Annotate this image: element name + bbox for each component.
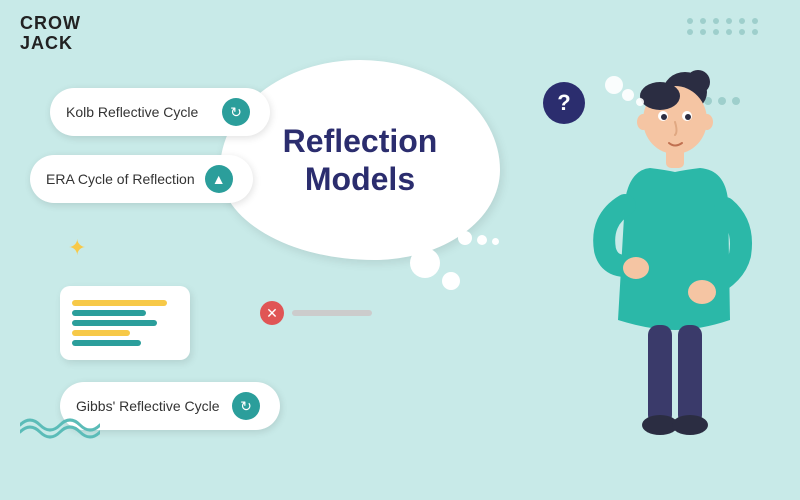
era-icon: ▲ bbox=[205, 165, 233, 193]
widget-line-2 bbox=[72, 310, 146, 316]
widget-line-4 bbox=[72, 330, 130, 336]
era-pill[interactable]: ERA Cycle of Reflection ▲ bbox=[30, 155, 253, 203]
cross-circle-element: ✕ bbox=[260, 301, 372, 325]
widget-line-5 bbox=[72, 340, 141, 346]
cross-icon: ✕ bbox=[260, 301, 284, 325]
gibbs-icon: ↻ bbox=[232, 392, 260, 420]
reflection-models-bubble: Reflection Models bbox=[220, 60, 500, 260]
widget-line-1 bbox=[72, 300, 167, 306]
era-label: ERA Cycle of Reflection bbox=[46, 171, 195, 187]
widget-line-3 bbox=[72, 320, 157, 326]
kolb-label: Kolb Reflective Cycle bbox=[66, 104, 198, 120]
kolb-icon: ↻ bbox=[222, 98, 250, 126]
widget-card bbox=[60, 286, 190, 360]
bubble-title: Reflection Models bbox=[283, 122, 438, 199]
decorative-dots-top-right bbox=[687, 18, 760, 35]
wave-decoration bbox=[20, 410, 100, 445]
sparkle-icon: ✦ bbox=[68, 235, 86, 261]
person-svg bbox=[570, 40, 770, 460]
cross-line bbox=[292, 310, 372, 316]
logo: CROW JACK bbox=[20, 14, 81, 54]
kolb-pill[interactable]: Kolb Reflective Cycle ↻ bbox=[50, 88, 270, 136]
person-illustration bbox=[570, 40, 770, 440]
